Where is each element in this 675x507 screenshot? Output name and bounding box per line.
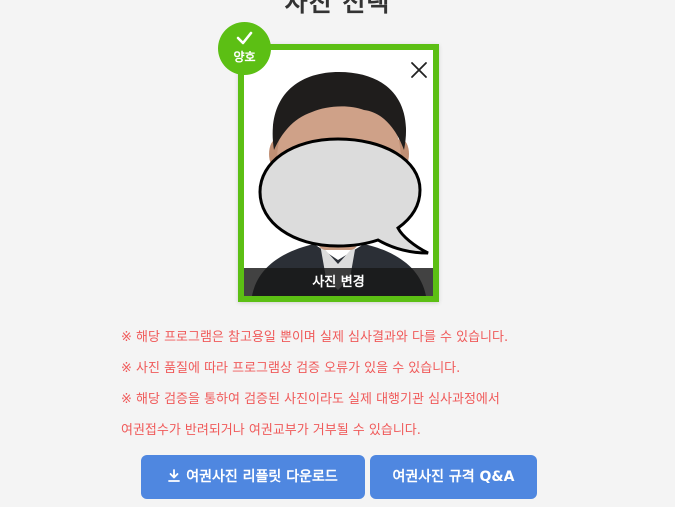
photo-spec-qa-label: 여권사진 규격 Q&A (392, 469, 515, 485)
notice-line: ※ 해당 프로그램은 참고용일 뿐이며 실제 심사결과와 다를 수 있습니다. (121, 330, 509, 345)
portrait-photo (244, 50, 433, 296)
leaflet-download-label: 여권사진 리플릿 다운로드 (186, 469, 338, 485)
check-icon (236, 31, 253, 45)
notice-line: ※ 사진 품질에 따라 프로그램상 검증 오류가 있을 수 있습니다. (121, 361, 461, 376)
close-icon[interactable] (409, 60, 429, 80)
notice-list: ※ 해당 프로그램은 참고용일 뿐이며 실제 심사결과와 다를 수 있습니다. … (121, 327, 581, 451)
photo-spec-qa-button[interactable]: 여권사진 규격 Q&A (370, 455, 537, 499)
status-badge: 양호 (218, 22, 271, 75)
change-photo-button[interactable]: 사진 변경 (244, 268, 433, 296)
status-label: 양호 (233, 50, 256, 64)
notice-line: 여권접수가 반려되거나 여권교부가 거부될 수 있습니다. (121, 423, 421, 438)
photo-preview[interactable]: 사진 변경 (238, 44, 439, 302)
notice-line: ※ 해당 검증을 통하여 검증된 사진이라도 실제 대행기관 심사과정에서 (121, 392, 500, 407)
page: 사진 선택 사진 변경 양호 ※ 해당 프로그램은 참고용일 뿐이며 실제 심사… (0, 0, 675, 507)
page-title: 사진 선택 (284, 0, 391, 17)
leaflet-download-button[interactable]: 여권사진 리플릿 다운로드 (141, 455, 365, 499)
download-icon (168, 469, 181, 482)
